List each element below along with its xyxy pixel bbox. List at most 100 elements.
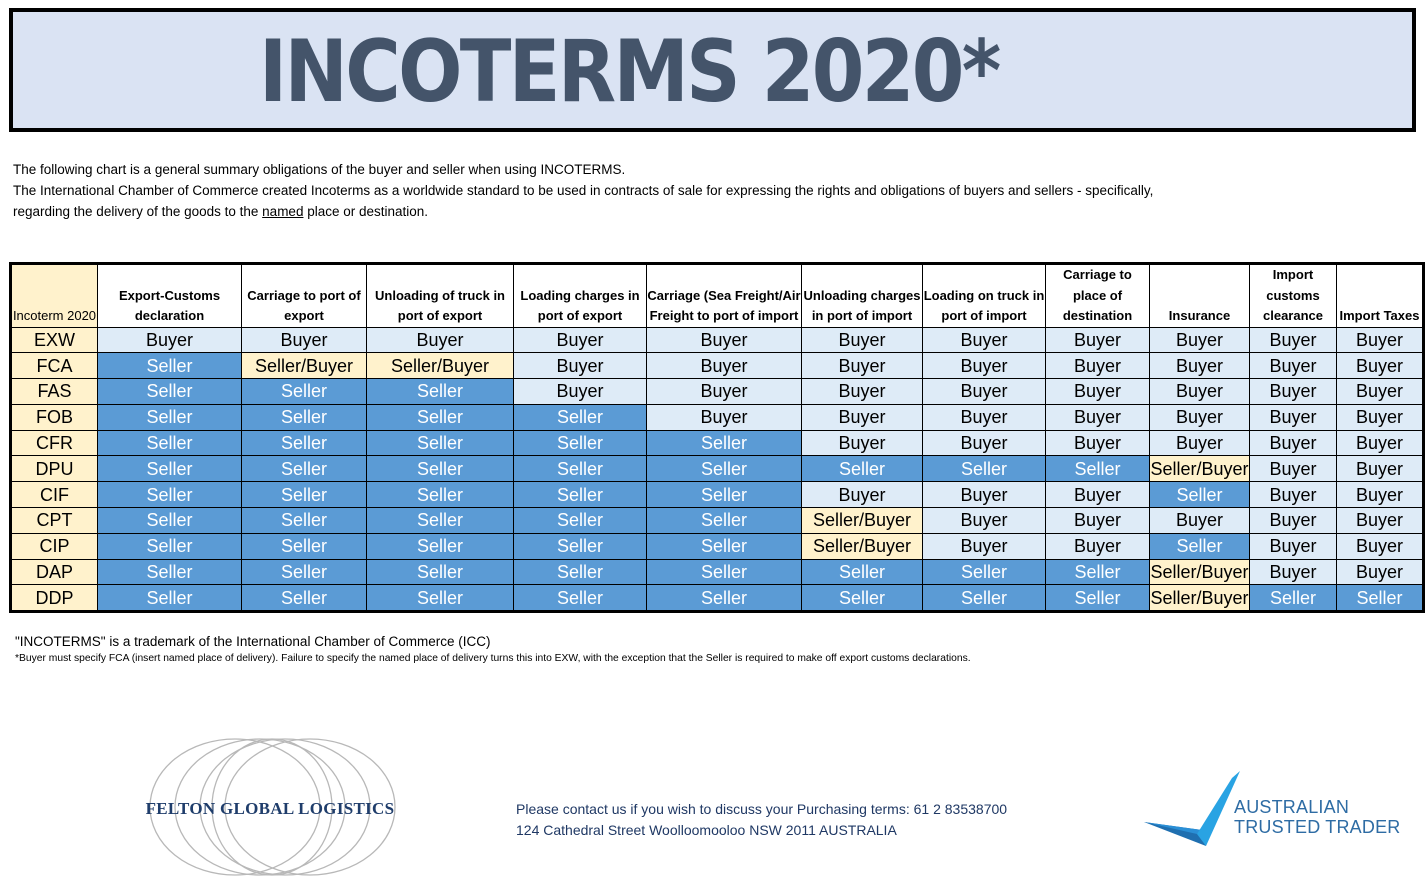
column-header: Unloading of truck in port of export xyxy=(366,263,514,328)
buyer-cell: Buyer xyxy=(1149,507,1250,534)
buyer-cell: Buyer xyxy=(1045,507,1150,534)
seller-cell: Seller xyxy=(97,507,242,534)
seller-cell: Seller xyxy=(241,429,367,457)
column-header: Insurance xyxy=(1149,263,1250,328)
named-underlined: named xyxy=(262,204,304,219)
buyer-cell: Buyer xyxy=(1045,481,1150,509)
incoterm-code: DAP xyxy=(10,558,98,586)
column-header: Loading charges in port of export xyxy=(513,263,647,328)
buyer-cell: Buyer xyxy=(1336,326,1424,354)
column-header: Loading on truck in port of import xyxy=(922,263,1046,328)
buyer-cell: Buyer xyxy=(1249,403,1337,431)
seller-cell: Seller xyxy=(513,481,647,509)
seller-cell: Seller xyxy=(922,455,1046,483)
buyer-cell: Buyer xyxy=(922,507,1046,534)
seller-cell: Seller xyxy=(241,532,367,560)
header-incoterm: Incoterm 2020 xyxy=(10,263,98,328)
table-row: DPU Seller Seller Seller Seller Seller Seller S… xyxy=(10,455,1424,483)
seller-cell: Seller xyxy=(366,481,514,509)
buyer-cell: Buyer xyxy=(1249,481,1337,509)
att-logo-line-2: TRUSTED TRADER xyxy=(1234,817,1401,837)
seller-cell: Seller xyxy=(513,507,647,534)
incoterm-code: CIP xyxy=(10,532,98,560)
seller-cell: Seller xyxy=(513,532,647,560)
seller-cell: Seller xyxy=(1045,455,1150,483)
buyer-cell: Buyer xyxy=(1149,378,1250,405)
seller-cell: Seller xyxy=(646,558,802,586)
buyer-cell: Buyer xyxy=(1249,326,1337,354)
buyer-cell: Buyer xyxy=(646,326,802,354)
buyer-cell: Buyer xyxy=(922,403,1046,431)
seller-cell: Seller xyxy=(1149,481,1250,509)
buyer-cell: Buyer xyxy=(1149,403,1250,431)
seller-cell: Seller xyxy=(366,378,514,405)
buyer-cell: Buyer xyxy=(1045,403,1150,431)
incoterm-code: FAS xyxy=(10,378,98,405)
incoterms-table: Incoterm 2020 Export-Customs declaration C… xyxy=(9,262,1425,614)
australian-trusted-trader-logo: AUSTRALIAN TRUSTED TRADER xyxy=(1140,768,1420,858)
trademark-note: "INCOTERMS" is a trademark of the Intern… xyxy=(15,634,491,649)
seller-cell: Seller xyxy=(366,584,514,613)
buyer-cell: Buyer xyxy=(801,403,923,431)
table-row: EXW Buyer Buyer Buyer Buyer Buyer Buyer Buyer Bu… xyxy=(10,326,1424,354)
incoterm-code: FOB xyxy=(10,403,98,431)
seller-cell: Seller xyxy=(97,403,242,431)
buyer-cell: Buyer xyxy=(922,352,1046,380)
buyer-cell: Buyer xyxy=(801,378,923,405)
seller-cell: Seller xyxy=(241,558,367,586)
buyer-cell: Buyer xyxy=(1336,532,1424,560)
buyer-cell: Buyer xyxy=(1249,507,1337,534)
table-row: DDP Seller Seller Seller Seller Seller Seller S… xyxy=(10,584,1424,613)
buyer-cell: Buyer xyxy=(513,378,647,405)
column-header: Export-Customs declaration xyxy=(97,263,242,328)
seller-cell: Seller xyxy=(922,558,1046,586)
buyer-cell: Buyer xyxy=(1249,558,1337,586)
buyer-cell: Buyer xyxy=(1336,378,1424,405)
seller-cell: Seller xyxy=(97,532,242,560)
seller-cell: Seller xyxy=(241,507,367,534)
seller-cell: Seller xyxy=(1045,558,1150,586)
column-header: Import customs clearance xyxy=(1249,263,1337,328)
seller-cell: Seller xyxy=(513,584,647,613)
buyer-cell: Buyer xyxy=(922,532,1046,560)
contact-info: Please contact us if you wish to discuss… xyxy=(516,799,1007,841)
seller-cell: Seller xyxy=(366,455,514,483)
buyer-cell: Buyer xyxy=(1336,507,1424,534)
table-row: DAP Seller Seller Seller Seller Seller Seller S… xyxy=(10,558,1424,586)
contact-phone: Please contact us if you wish to discuss… xyxy=(516,801,1008,817)
intro-line-1: The following chart is a general summary… xyxy=(13,162,626,177)
intro-line-3: regarding the delivery of the goods to t… xyxy=(13,201,1153,222)
seller-cell: Seller xyxy=(366,532,514,560)
seller-cell: Seller xyxy=(801,584,923,613)
table-row: FCA Seller Seller/Buyer Seller/Buyer Buyer Bu… xyxy=(10,352,1424,380)
seller-cell: Seller xyxy=(1149,532,1250,560)
buyer-cell: Buyer xyxy=(922,326,1046,354)
buyer-cell: Buyer xyxy=(801,429,923,457)
seller-cell: Seller xyxy=(646,429,802,457)
buyer-cell: Buyer xyxy=(801,481,923,509)
seller-cell: Seller xyxy=(97,352,242,380)
contact-address: 124 Cathedral Street Woolloomooloo NSW 2… xyxy=(516,822,897,838)
seller-buyer-cell: Seller/Buyer xyxy=(1149,455,1250,483)
buyer-cell: Buyer xyxy=(366,326,514,354)
buyer-cell: Buyer xyxy=(1336,429,1424,457)
buyer-cell: Buyer xyxy=(922,429,1046,457)
seller-buyer-cell: Seller/Buyer xyxy=(1149,584,1250,613)
seller-cell: Seller xyxy=(241,584,367,613)
seller-buyer-cell: Seller/Buyer xyxy=(241,352,367,380)
seller-cell: Seller xyxy=(366,429,514,457)
buyer-cell: Buyer xyxy=(1149,352,1250,380)
intro-text: The following chart is a general summary… xyxy=(13,159,1153,222)
seller-cell: Seller xyxy=(241,481,367,509)
page-title: INCOTERMS 2020* xyxy=(259,22,1001,122)
buyer-cell: Buyer xyxy=(1249,378,1337,405)
column-header: Carriage (Sea Freight/Air Freight to por… xyxy=(646,263,802,328)
table-row: CIP Seller Seller Seller Seller Seller Seller/… xyxy=(10,532,1424,560)
att-logo-line-1: AUSTRALIAN xyxy=(1234,797,1350,817)
intro-line-3-start: regarding the delivery of the goods to t… xyxy=(13,204,263,219)
buyer-cell: Buyer xyxy=(97,326,242,354)
incoterm-code: FCA xyxy=(10,352,98,380)
intro-line-3-end: place or destination. xyxy=(303,204,429,219)
buyer-cell: Buyer xyxy=(1045,429,1150,457)
seller-cell: Seller xyxy=(366,507,514,534)
